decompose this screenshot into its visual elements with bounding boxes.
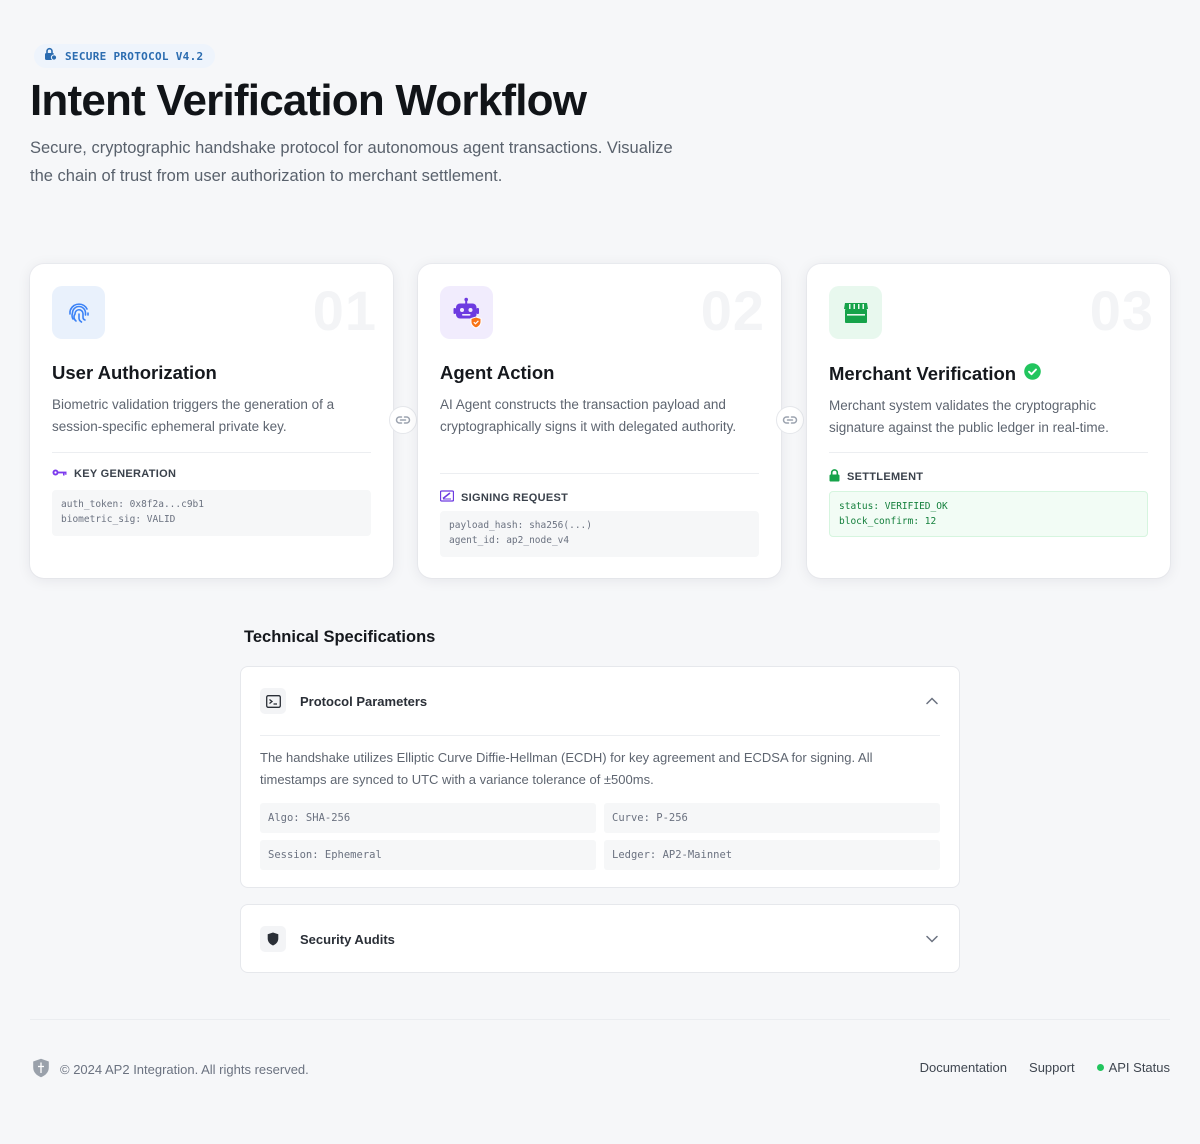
chevron-up-icon[interactable] [924, 693, 940, 709]
terminal-icon [260, 688, 286, 714]
lock-icon [44, 47, 58, 66]
param-chip: Curve: P-256 [604, 803, 940, 833]
footer-links: Documentation Support API Status [920, 1060, 1170, 1075]
step-label: SETTLEMENT [829, 469, 923, 485]
badge-text: SECURE PROTOCOL V4.2 [65, 49, 204, 63]
code-block: auth_token: 0x8f2a...c9b1 biometric_sig:… [52, 490, 371, 536]
step-label: KEY GENERATION [52, 468, 176, 480]
shield-icon [260, 926, 286, 952]
accordion-security-audits: Security Audits [240, 904, 960, 973]
step-card-user-authorization: 01 User Authorization Biometric validati… [30, 264, 393, 578]
status-dot-icon [1096, 1064, 1104, 1071]
step-card-merchant-verification: 03 Merchant Verification Merchant system… [807, 264, 1170, 578]
code-line: payload_hash: sha256(...) [449, 520, 592, 531]
verified-check-icon [1024, 363, 1041, 385]
link-icon [389, 406, 417, 434]
step-description: Merchant system validates the cryptograp… [829, 398, 1109, 435]
code-line: agent_id: ap2_node_v4 [449, 534, 570, 546]
footer-link-documentation[interactable]: Documentation [920, 1060, 1007, 1075]
param-chip: Ledger: AP2-Mainnet [604, 840, 940, 870]
footer-divider [30, 1019, 1170, 1020]
accordion-title: Protocol Parameters [300, 693, 428, 709]
step-number: 02 [700, 279, 765, 342]
step-card-agent-action: 02 Agent Action AI Agent constructs the … [418, 264, 781, 578]
footer-link-support[interactable]: Support [1029, 1060, 1075, 1075]
shield-logo-icon [32, 1058, 50, 1081]
step-description: AI Agent constructs the transaction payl… [440, 397, 737, 434]
code-line: block_confirm: 12 [839, 515, 937, 527]
page-subtitle: Secure, cryptographic handshake protocol… [30, 139, 673, 185]
step-title: Merchant Verification [829, 363, 1041, 385]
code-line: status: VERIFIED_OK [839, 501, 948, 512]
step-title: Agent Action [440, 362, 555, 383]
lock-icon [829, 469, 840, 485]
code-line: auth_token: 0x8f2a...c9b1 [61, 499, 204, 510]
key-icon [52, 468, 67, 480]
signature-icon [439, 490, 455, 505]
link-icon [776, 406, 804, 434]
step-label: SIGNING REQUEST [439, 490, 568, 505]
param-chip: Algo: SHA-256 [260, 803, 596, 833]
accordion-protocol-parameters: Protocol Parameters The handshake utiliz… [240, 666, 960, 888]
divider [829, 452, 1148, 453]
section-title: Technical Specifications [244, 628, 436, 646]
fingerprint-icon [52, 286, 105, 339]
divider [260, 735, 940, 736]
code-block: status: VERIFIED_OK block_confirm: 12 [829, 491, 1148, 537]
page-title: Intent Verification Workflow [30, 76, 587, 125]
step-number: 03 [1089, 279, 1154, 342]
step-description: Biometric validation triggers the genera… [52, 397, 335, 434]
step-number: 01 [312, 279, 377, 342]
page: SECURE PROTOCOL V4.2 Intent Verification… [30, 0, 1170, 1144]
accordion-title: Security Audits [300, 931, 395, 947]
footer-link-api-status[interactable]: API Status [1096, 1060, 1170, 1075]
footer-copyright: © 2024 AP2 Integration. All rights reser… [32, 1058, 309, 1081]
chevron-down-icon[interactable] [924, 931, 940, 947]
robot-icon [440, 286, 493, 339]
divider [52, 452, 371, 453]
accordion-body: The handshake utilizes Elliptic Curve Di… [260, 750, 873, 787]
code-block: payload_hash: sha256(...) agent_id: ap2_… [440, 511, 759, 557]
step-title: User Authorization [52, 362, 217, 383]
protocol-badge: SECURE PROTOCOL V4.2 [34, 44, 216, 68]
divider [440, 473, 759, 474]
accordion-header[interactable]: Security Audits [260, 924, 940, 954]
code-line: biometric_sig: VALID [61, 513, 176, 525]
accordion-header[interactable]: Protocol Parameters [260, 686, 940, 716]
storefront-icon [829, 286, 882, 339]
param-chip: Session: Ephemeral [260, 840, 596, 870]
